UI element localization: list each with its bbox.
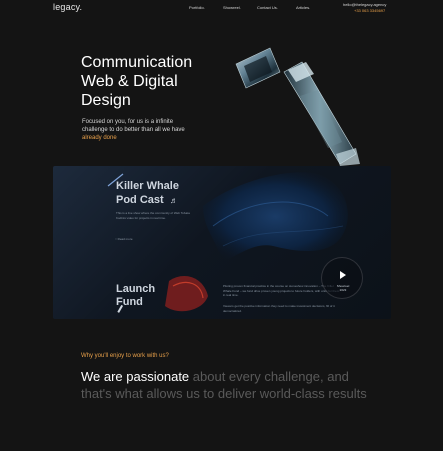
read-more-link[interactable]: ○ Read more	[115, 237, 133, 241]
mission-statement: We are passionate about every challenge,…	[81, 368, 381, 402]
why-heading: Why you'll enjoy to work with us?	[81, 353, 169, 359]
top-navigation-bar: legacy. Portfolio. Showreel. Contact Us.…	[0, 0, 443, 14]
showreel-label-line: 2023	[339, 288, 347, 292]
hero-title-line: Design	[81, 92, 131, 109]
card-description: This is a live show where the community …	[116, 211, 190, 220]
hero-title: Communication Web & Digital Design	[81, 53, 221, 110]
statement-highlight: We are passionate	[81, 369, 190, 384]
showreel-label: Showreel 2023	[322, 284, 364, 292]
hero-subtitle: Focused on you, for us is a infinite cha…	[82, 118, 192, 142]
card-title-launch[interactable]: Launch	[116, 282, 155, 296]
card-title-podcast[interactable]: Pod Cast	[116, 193, 164, 207]
brand-logo[interactable]: legacy.	[53, 2, 82, 12]
card-description: Viewers get the positive information the…	[223, 304, 335, 313]
nav-link-contact[interactable]: Contact Us.	[257, 5, 278, 10]
glass-prism-illustration	[235, 47, 360, 166]
showcase-panel[interactable]: Killer Whale Pod Cast ♬ This is a live s…	[53, 166, 391, 319]
nav-link-showreel[interactable]: Showreel.	[223, 5, 241, 10]
hero-title-line: Communication	[81, 54, 193, 71]
contact-email-link[interactable]: hello@thelegacy.agency	[343, 2, 386, 7]
hero-subtitle-text: Focused on you, for us is a infinite cha…	[82, 119, 185, 133]
nav-link-articles[interactable]: Articles.	[296, 5, 310, 10]
read-more-label: Read more	[117, 237, 133, 241]
nav-link-portfolio[interactable]: Portfolio.	[189, 5, 205, 10]
card-title-killer-whale[interactable]: Killer Whale	[116, 179, 179, 193]
hero-subtitle-accent: already done	[82, 135, 117, 141]
audio-icon: ♬	[170, 196, 178, 205]
play-icon	[340, 271, 346, 279]
hero-title-line: Web & Digital	[81, 73, 178, 90]
showreel-play-button[interactable]: Showreel 2023	[321, 257, 363, 299]
contact-phone-link[interactable]: +33 063 3345697	[354, 8, 385, 13]
